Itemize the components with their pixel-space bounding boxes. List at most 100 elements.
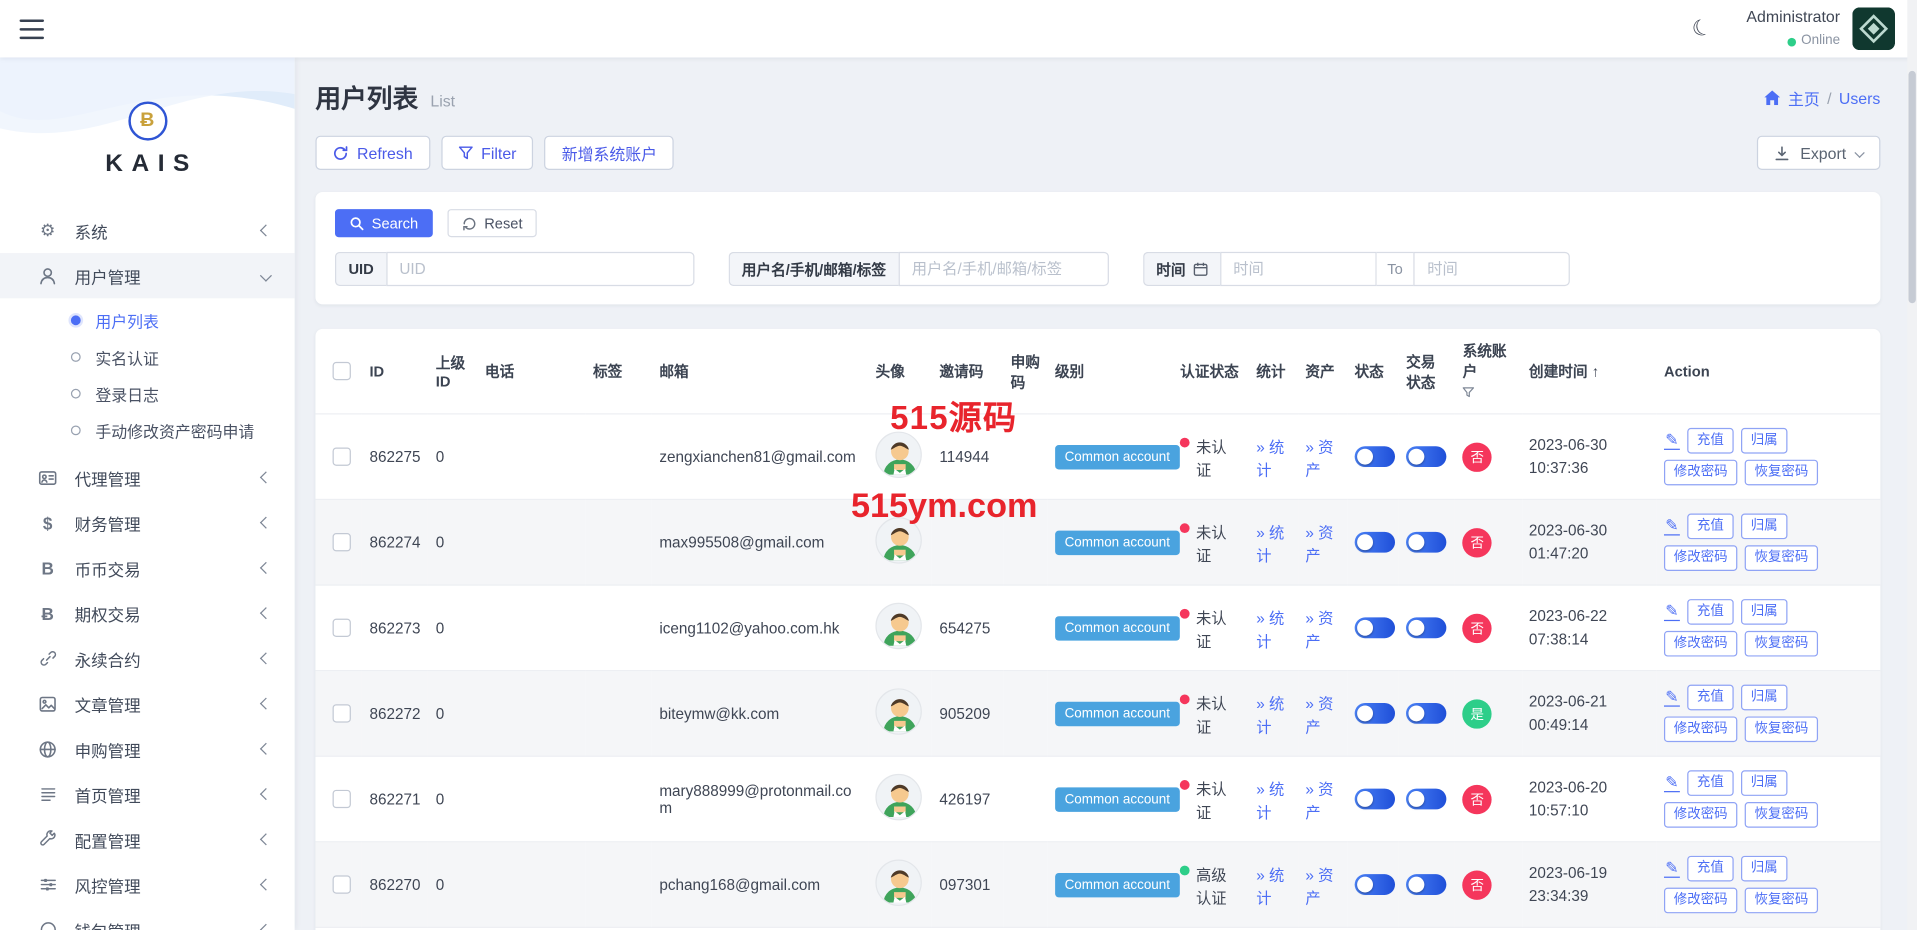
row-checkbox[interactable] xyxy=(332,447,351,466)
restore-password-button[interactable]: 恢复密码 xyxy=(1744,545,1819,572)
column-filter-icon[interactable] xyxy=(1462,385,1475,402)
assets-link[interactable]: » 资产 xyxy=(1305,438,1333,478)
restore-password-button[interactable]: 恢复密码 xyxy=(1744,716,1819,743)
change-password-button[interactable]: 修改密码 xyxy=(1664,545,1738,572)
sidebar-subitem-real-name-auth[interactable]: 实名认证 xyxy=(0,339,295,376)
assets-link[interactable]: » 资产 xyxy=(1305,695,1333,735)
uid-input[interactable] xyxy=(385,251,695,287)
user-avatar[interactable] xyxy=(1852,7,1896,51)
breadcrumb-home-link[interactable]: 主页 xyxy=(1788,86,1820,109)
recharge-button[interactable]: 充值 xyxy=(1687,427,1734,454)
belong-button[interactable]: 归属 xyxy=(1740,427,1788,454)
belong-button[interactable]: 归属 xyxy=(1740,855,1788,882)
row-checkbox[interactable] xyxy=(332,533,351,552)
row-checkbox[interactable] xyxy=(332,704,351,723)
row-checkbox[interactable] xyxy=(332,789,351,809)
assets-link[interactable]: » 资产 xyxy=(1305,866,1333,906)
sidebar-item-homepage-management[interactable]: 首页管理 xyxy=(0,771,295,816)
status-toggle[interactable] xyxy=(1354,617,1395,639)
edit-button[interactable]: ✎ xyxy=(1664,603,1680,621)
col-phone[interactable]: 电话 xyxy=(478,329,586,414)
col-email[interactable]: 邮箱 xyxy=(652,329,868,414)
col-trade-status[interactable]: 交易状态 xyxy=(1399,329,1455,414)
assets-link[interactable]: » 资产 xyxy=(1305,609,1333,649)
restore-password-button[interactable]: 恢复密码 xyxy=(1744,887,1819,914)
sidebar-subitem-login-logs[interactable]: 登录日志 xyxy=(0,375,295,412)
assets-link[interactable]: » 资产 xyxy=(1305,781,1333,821)
sidebar-item-perpetual-contracts[interactable]: 永续合约 xyxy=(0,636,295,681)
sidebar-item-agent-management[interactable]: 代理管理 xyxy=(0,455,295,500)
trade-status-toggle[interactable] xyxy=(1406,446,1447,468)
time-end-input[interactable] xyxy=(1413,251,1571,287)
recharge-button[interactable]: 充值 xyxy=(1687,684,1734,711)
filter-button[interactable]: Filter xyxy=(440,135,534,170)
change-password-button[interactable]: 修改密码 xyxy=(1664,887,1738,914)
select-all-checkbox[interactable] xyxy=(332,361,351,381)
belong-button[interactable]: 归属 xyxy=(1740,770,1788,796)
recharge-button[interactable]: 充值 xyxy=(1687,770,1734,796)
edit-button[interactable]: ✎ xyxy=(1664,431,1680,450)
dark-mode-icon[interactable]: ☾ xyxy=(1689,13,1716,44)
sidebar-item-subscription-management[interactable]: 申购管理 xyxy=(0,726,295,771)
restore-password-button[interactable]: 恢复密码 xyxy=(1744,459,1819,486)
col-parent-id[interactable]: 上级ID xyxy=(428,329,477,414)
status-toggle[interactable] xyxy=(1354,531,1395,553)
trade-status-toggle[interactable] xyxy=(1406,703,1447,724)
col-level[interactable]: 级别 xyxy=(1047,329,1172,414)
status-toggle[interactable] xyxy=(1354,788,1395,810)
edit-button[interactable]: ✎ xyxy=(1664,774,1680,793)
sidebar-subitem-user-list[interactable]: 用户列表 xyxy=(0,302,295,339)
trade-status-toggle[interactable] xyxy=(1406,617,1447,639)
status-toggle[interactable] xyxy=(1354,874,1395,895)
change-password-button[interactable]: 修改密码 xyxy=(1664,802,1738,828)
trade-status-toggle[interactable] xyxy=(1406,531,1447,553)
col-id[interactable]: ID xyxy=(362,329,428,414)
col-created-at[interactable]: 创建时间 ↑ xyxy=(1522,329,1657,414)
scrollbar-thumb[interactable] xyxy=(1908,70,1916,304)
recharge-button[interactable]: 充值 xyxy=(1687,855,1734,882)
stats-link[interactable]: » 统计 xyxy=(1256,866,1284,906)
page-scrollbar[interactable] xyxy=(1907,0,1917,930)
refresh-button[interactable]: Refresh xyxy=(315,135,430,170)
sidebar-item-user-management[interactable]: 用户管理 xyxy=(0,253,295,299)
sort-asc-icon[interactable]: ↑ xyxy=(1592,363,1599,380)
stats-link[interactable]: » 统计 xyxy=(1256,609,1284,649)
stats-link[interactable]: » 统计 xyxy=(1256,695,1284,735)
belong-button[interactable]: 归属 xyxy=(1740,684,1788,711)
trade-status-toggle[interactable] xyxy=(1406,788,1447,810)
export-button[interactable]: Export xyxy=(1757,135,1881,170)
belong-button[interactable]: 归属 xyxy=(1740,513,1788,540)
restore-password-button[interactable]: 恢复密码 xyxy=(1744,630,1819,657)
edit-button[interactable]: ✎ xyxy=(1664,517,1680,536)
search-button[interactable]: Search xyxy=(334,209,433,238)
stats-link[interactable]: » 统计 xyxy=(1256,524,1284,564)
row-checkbox[interactable] xyxy=(332,618,351,637)
sidebar-item-finance[interactable]: $ 财务管理 xyxy=(0,500,295,545)
add-system-account-button[interactable]: 新增系统账户 xyxy=(544,135,675,170)
assets-link[interactable]: » 资产 xyxy=(1305,524,1333,564)
stats-link[interactable]: » 统计 xyxy=(1256,781,1284,821)
change-password-button[interactable]: 修改密码 xyxy=(1664,716,1738,743)
restore-password-button[interactable]: 恢复密码 xyxy=(1744,802,1819,828)
change-password-button[interactable]: 修改密码 xyxy=(1664,630,1738,657)
sidebar-subitem-asset-password-requests[interactable]: 手动修改资产密码申请 xyxy=(0,412,295,449)
edit-button[interactable]: ✎ xyxy=(1664,859,1680,878)
reset-button[interactable]: Reset xyxy=(447,209,538,238)
stats-link[interactable]: » 统计 xyxy=(1256,438,1284,478)
belong-button[interactable]: 归属 xyxy=(1740,598,1788,625)
trade-status-toggle[interactable] xyxy=(1406,874,1447,895)
edit-button[interactable]: ✎ xyxy=(1664,688,1680,707)
sidebar-item-wallet-management[interactable]: 钱包管理 xyxy=(0,907,295,930)
change-password-button[interactable]: 修改密码 xyxy=(1664,459,1738,486)
sidebar-item-options-trading[interactable]: Ƀ 期权交易 xyxy=(0,591,295,636)
sidebar-item-article-management[interactable]: 文章管理 xyxy=(0,681,295,726)
breadcrumb-current[interactable]: Users xyxy=(1839,89,1881,107)
recharge-button[interactable]: 充值 xyxy=(1687,513,1734,540)
status-toggle[interactable] xyxy=(1354,703,1395,724)
row-checkbox[interactable] xyxy=(332,875,351,894)
time-start-input[interactable] xyxy=(1219,251,1377,287)
sidebar-item-coin-trading[interactable]: B 币币交易 xyxy=(0,545,295,590)
status-toggle[interactable] xyxy=(1354,446,1395,468)
user-search-input[interactable] xyxy=(898,251,1109,287)
recharge-button[interactable]: 充值 xyxy=(1687,598,1734,625)
